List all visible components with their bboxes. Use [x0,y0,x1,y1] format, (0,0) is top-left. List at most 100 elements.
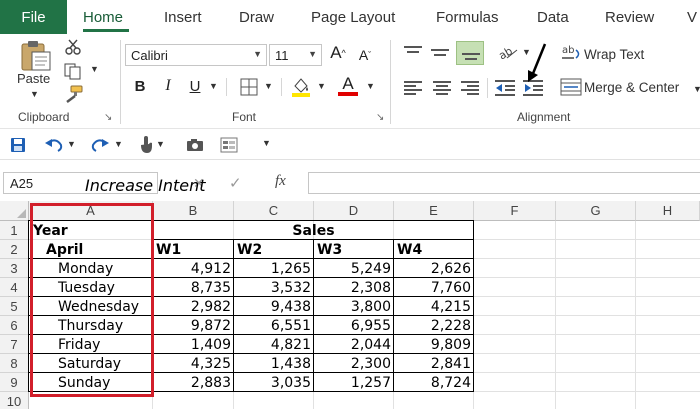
touch-mode-icon[interactable] [138,135,154,155]
merge-center-button[interactable]: Merge & Center [584,80,679,95]
align-left-icon[interactable] [404,80,422,96]
grow-font-button[interactable]: A ^ [330,42,346,64]
copy-dropdown-icon[interactable]: ▼ [90,64,99,74]
tab-draw[interactable]: Draw [239,0,274,34]
paste-button[interactable]: Paste [17,71,50,86]
row-header-8[interactable]: 8 [0,354,29,373]
table-border [393,239,394,391]
column-header-f[interactable]: F [474,201,556,221]
row-header-1[interactable]: 1 [0,221,29,240]
paste-dropdown-icon[interactable]: ▼ [30,89,39,99]
tab-review[interactable]: Review [605,0,654,34]
orientation-icon[interactable]: ab [497,44,519,60]
name-box-value: A25 [10,175,34,191]
column-header-g[interactable]: G [556,201,636,221]
wrap-text-button[interactable]: Wrap Text [584,47,644,62]
clipboard-group-label: Clipboard [18,110,70,124]
arrow-annotation-icon [528,43,547,82]
merge-center-icon [560,78,582,96]
row-header-4[interactable]: 4 [0,278,29,297]
shrink-font-button[interactable]: Aˇ [357,44,373,66]
alignment-group-label: Alignment [517,110,571,124]
bottom-align-button[interactable] [456,41,484,65]
save-icon[interactable] [10,137,26,153]
insert-function-button[interactable]: fx [275,173,286,190]
table-border [233,239,234,391]
row-header-7[interactable]: 7 [0,335,29,354]
bold-button[interactable]: B [132,76,148,96]
tab-data[interactable]: Data [537,0,569,34]
paste-icon[interactable] [18,40,54,72]
ribbon: Paste ▼ ▼ Clipboard ↘ Calibri ▼ 11 ▼ A ^… [0,34,700,128]
group-separator [120,40,121,124]
font-group-label: Font [232,110,257,124]
column-header-h[interactable]: H [636,201,700,221]
tab-view[interactable]: V [687,0,697,34]
column-header-c[interactable]: C [234,201,314,221]
undo-icon[interactable] [44,137,64,153]
active-tab-indicator [83,29,129,32]
quick-access-toolbar: ▼ ▼ ▼ ▼ [0,128,700,160]
merge-dropdown-icon[interactable]: ▼ [693,84,700,94]
customize-qat-icon[interactable]: ▼ [262,138,271,148]
font-launcher-icon[interactable]: ↘ [376,112,384,123]
touch-dropdown-icon[interactable]: ▼ [156,139,165,149]
caption-text: Increase Intent [85,176,206,195]
fill-color-icon[interactable] [291,76,311,98]
middle-align-icon[interactable] [431,44,449,60]
chevron-down-icon: ▼ [308,49,317,59]
tab-page-layout[interactable]: Page Layout [311,0,395,34]
font-color-button[interactable]: A [338,74,358,94]
column-header-d[interactable]: D [314,201,394,221]
font-name-select[interactable]: Calibri ▼ [125,44,267,66]
svg-text:ab: ab [562,45,574,56]
divider [226,78,227,96]
row-header-5[interactable]: 5 [0,297,29,316]
row-header-6[interactable]: 6 [0,316,29,335]
chevron-down-icon: ▼ [253,49,262,59]
font-color-bar [338,92,358,96]
align-center-icon[interactable] [433,80,451,96]
row-header-10[interactable]: 10 [0,392,29,409]
top-align-icon[interactable] [404,44,422,60]
cut-icon[interactable] [64,39,82,55]
copy-icon[interactable] [64,63,82,80]
wrap-text-icon: ab [562,45,580,59]
font-color-dropdown-icon[interactable]: ▼ [366,81,375,91]
column-header-e[interactable]: E [394,201,474,221]
row-header-3[interactable]: 3 [0,259,29,278]
select-all-button[interactable] [0,201,29,221]
borders-dropdown-icon[interactable]: ▼ [264,81,273,91]
undo-dropdown-icon[interactable]: ▼ [67,139,76,149]
font-name-value: Calibri [131,47,168,63]
svg-text:ab: ab [497,44,515,60]
formula-input[interactable] [308,172,700,194]
table-border [313,239,314,391]
column-a-highlight [30,203,154,397]
italic-button[interactable]: I [160,76,176,96]
redo-icon[interactable] [90,137,110,153]
underline-button[interactable]: U [187,76,203,96]
font-size-select[interactable]: 11 ▼ [269,44,322,66]
tab-file[interactable]: File [0,0,67,34]
decrease-indent-icon[interactable] [495,79,515,97]
font-size-value: 11 [275,47,289,63]
divider [487,78,488,98]
borders-icon[interactable] [240,78,258,96]
enter-icon[interactable]: ✓ [229,174,242,192]
clipboard-launcher-icon[interactable]: ↘ [104,112,112,123]
tab-insert[interactable]: Insert [164,0,202,34]
ribbon-tabs: File Home Insert Draw Page Layout Formul… [0,0,700,34]
camera-icon[interactable] [186,138,204,152]
tab-formulas[interactable]: Formulas [436,0,499,34]
redo-dropdown-icon[interactable]: ▼ [114,139,123,149]
fill-color-dropdown-icon[interactable]: ▼ [317,81,326,91]
form-icon[interactable] [220,137,238,153]
format-painter-icon[interactable] [64,85,84,103]
group-separator [390,40,391,124]
underline-dropdown-icon[interactable]: ▼ [209,81,218,91]
column-header-b[interactable]: B [153,201,234,221]
row-header-2[interactable]: 2 [0,240,29,259]
row-header-9[interactable]: 9 [0,373,29,392]
align-right-icon[interactable] [461,80,479,96]
